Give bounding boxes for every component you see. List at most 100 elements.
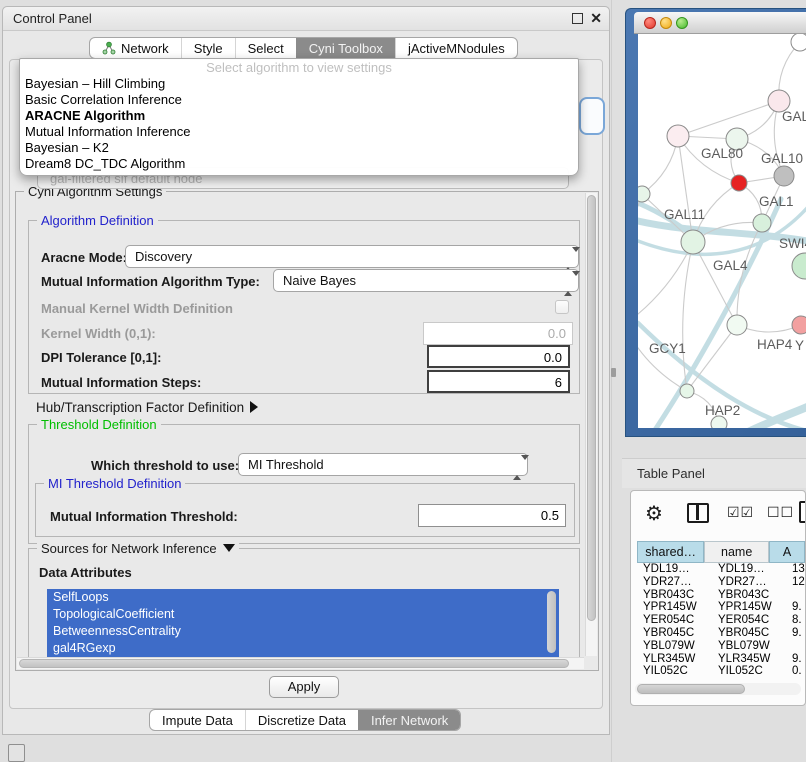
network-node-label: GAL1	[759, 194, 794, 209]
table-header-row: shared… name A	[637, 541, 805, 563]
network-node[interactable]	[791, 34, 806, 51]
table-row[interactable]: YDL19…YDL19…13	[637, 563, 805, 576]
tab-infer-network[interactable]: Infer Network	[358, 710, 460, 730]
network-node-gal11[interactable]	[638, 186, 650, 202]
network-node-label: HAP4	[757, 337, 793, 352]
mi-steps-label: Mutual Information Steps:	[41, 375, 201, 390]
network-node-gal80[interactable]	[667, 125, 689, 147]
network-node[interactable]	[774, 166, 794, 186]
collapsed-arrow-icon	[250, 401, 258, 413]
network-node-hap2[interactable]	[680, 384, 694, 398]
aracne-mode-combo[interactable]: Discovery	[125, 245, 579, 268]
tab-network-label: Network	[121, 41, 169, 56]
float-panel-icon[interactable]	[572, 13, 583, 24]
table-row[interactable]: YBR045CYBR045C9.	[637, 627, 805, 640]
data-attribute-item[interactable]: SelfLoops	[47, 589, 559, 606]
gear-icon[interactable]: ⚙	[645, 501, 663, 526]
sources-group-title: Sources for Network Inference	[37, 541, 239, 556]
tab-cyni-toolbox[interactable]: Cyni Toolbox	[296, 38, 395, 58]
network-window-titlebar[interactable]	[634, 12, 806, 34]
settings-vertical-scrollbar[interactable]	[585, 193, 597, 656]
apply-button[interactable]: Apply	[269, 676, 339, 698]
algorithm-option[interactable]: Bayesian – K2	[20, 140, 578, 156]
zoom-window-icon[interactable]	[676, 17, 688, 29]
column-header-name[interactable]: name	[704, 541, 769, 563]
close-panel-icon[interactable]: ✕	[590, 10, 602, 27]
table-row[interactable]: YBL079WYBL079W	[637, 640, 805, 653]
network-node-y[interactable]	[792, 316, 806, 334]
minimize-window-icon[interactable]	[660, 17, 672, 29]
tab-select[interactable]: Select	[235, 38, 296, 58]
network-node-swi4[interactable]	[753, 214, 771, 232]
tab-network[interactable]: Network	[90, 38, 181, 58]
mi-threshold-group: MI Threshold Definition Mutual Informati…	[35, 483, 575, 537]
which-threshold-combo[interactable]: MI Threshold	[238, 453, 528, 476]
data-attribute-item[interactable]: TopologicalCoefficient	[47, 606, 559, 623]
threshold-definition-group: Threshold Definition Which threshold to …	[28, 424, 580, 544]
algorithm-combo-focus-fragment[interactable]	[579, 97, 605, 135]
checked-boxes-icon[interactable]: ☑☑	[727, 504, 754, 521]
close-window-icon[interactable]	[644, 17, 656, 29]
manual-kernel-checkbox[interactable]	[555, 300, 569, 314]
table-row[interactable]: YIL052CYIL052C0.	[637, 665, 805, 675]
column-header-shared[interactable]: shared…	[637, 541, 704, 563]
data-attribute-item[interactable]: BetweennessCentrality	[47, 623, 559, 640]
mi-type-combo[interactable]: Naive Bayes	[273, 269, 579, 292]
manual-kernel-label: Manual Kernel Width Definition	[41, 301, 233, 316]
tab-jactivemnodules[interactable]: jActiveMNodules	[395, 38, 517, 58]
table-toolbar: ⚙ ☑☑ ☐☐	[631, 491, 805, 537]
data-attributes-list[interactable]: SelfLoopsTopologicalCoefficientBetweenne…	[47, 589, 559, 659]
control-panel-title: Control Panel	[13, 11, 92, 26]
network-node-label: GAL10	[761, 151, 803, 166]
network-node-hap4[interactable]	[727, 315, 747, 335]
mi-steps-field[interactable]: 6	[427, 370, 570, 393]
divider-drag-handle[interactable]	[611, 368, 616, 377]
network-edge[interactable]	[678, 101, 779, 136]
hub-section-toggle[interactable]: Hub/Transcription Factor Definition	[36, 400, 258, 415]
network-node-label: GAL11	[664, 207, 705, 222]
network-edge[interactable]	[638, 194, 642, 325]
control-panel-tabbar: Network Style Select Cyni Toolbox jActiv…	[89, 37, 518, 59]
mi-threshold-field[interactable]: 0.5	[418, 504, 566, 527]
network-canvas[interactable]: GALGAL80GAL10GAL1GAL11SWI4GAL4GCY1HAP4YH…	[638, 34, 806, 428]
columns-icon[interactable]	[687, 503, 709, 523]
algorithm-dropdown-popup: Select algorithm to view settings Bayesi…	[19, 58, 579, 176]
tab-impute-data[interactable]: Impute Data	[150, 710, 245, 730]
cyni-bottom-tabbar: Impute Data Discretize Data Infer Networ…	[149, 709, 461, 731]
table-row[interactable]: YLR345WYLR345W9.	[637, 653, 805, 666]
kernel-width-label: Kernel Width (0,1):	[41, 326, 156, 341]
aracne-mode-label: Aracne Mode:	[41, 250, 127, 265]
dpi-tolerance-field[interactable]: 0.0	[427, 345, 570, 368]
table-row[interactable]: YDR27…YDR27…12	[637, 576, 805, 589]
tab-style[interactable]: Style	[181, 38, 235, 58]
algorithm-option[interactable]: Dream8 DC_TDC Algorithm	[20, 156, 578, 172]
table-horizontal-scrollbar[interactable]	[635, 683, 801, 695]
network-node[interactable]	[792, 253, 806, 279]
tab-discretize-data[interactable]: Discretize Data	[245, 710, 358, 730]
minimized-panel-icon[interactable]	[8, 744, 25, 762]
sources-group: Sources for Network Inference Data Attri…	[28, 548, 580, 668]
algorithm-option[interactable]: Bayesian – Hill Climbing	[20, 76, 578, 92]
algorithm-option[interactable]: ARACNE Algorithm	[20, 108, 578, 124]
document-icon[interactable]	[799, 501, 806, 523]
unchecked-boxes-icon[interactable]: ☐☐	[767, 504, 794, 521]
settings-horizontal-scrollbar[interactable]	[17, 657, 584, 669]
table-row[interactable]: YBR043CYBR043C	[637, 589, 805, 602]
table-rows: YDL19…YDL19…13YDR27…YDR27…12YBR043CYBR04…	[637, 563, 805, 675]
algorithm-option[interactable]: Basic Correlation Inference	[20, 92, 578, 108]
table-row[interactable]: YPR145WYPR145W9.	[637, 601, 805, 614]
algorithm-definition-title: Algorithm Definition	[37, 213, 158, 228]
column-header-partial[interactable]: A	[769, 541, 805, 563]
which-threshold-label: Which threshold to use:	[91, 458, 239, 473]
algorithm-option[interactable]: Mutual Information Inference	[20, 124, 578, 140]
network-node-gal4[interactable]	[681, 230, 705, 254]
network-node-gal1[interactable]	[731, 175, 747, 191]
data-attribute-item[interactable]: gal4RGexp	[47, 640, 559, 657]
dpi-tolerance-label: DPI Tolerance [0,1]:	[41, 350, 161, 365]
network-node-label: HAP2	[705, 403, 740, 418]
network-node-label: Y	[795, 338, 804, 353]
table-row[interactable]: YER054CYER054C8.	[637, 614, 805, 627]
algorithm-dropdown-placeholder: Select algorithm to view settings	[20, 59, 578, 76]
attribute-list-scrollbar[interactable]	[547, 591, 556, 653]
stepper-arrows-icon	[564, 249, 573, 270]
